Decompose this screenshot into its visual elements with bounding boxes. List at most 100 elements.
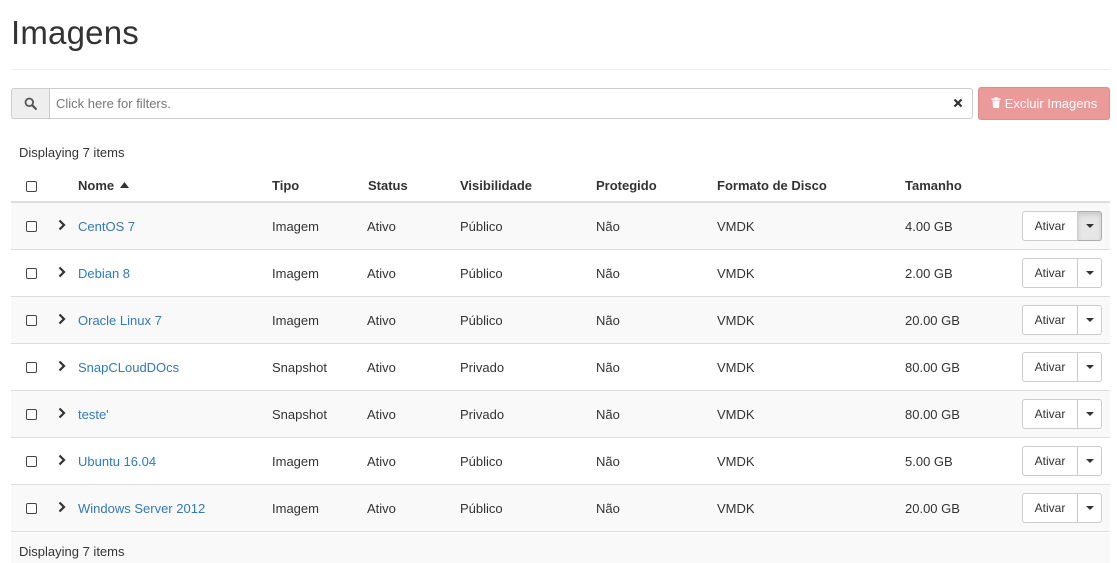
- row-actions: Ativar: [1022, 352, 1102, 382]
- image-size: 80.00 GB: [905, 360, 960, 375]
- image-protected: Não: [596, 219, 620, 234]
- image-disk-format: VMDK: [717, 454, 755, 469]
- image-status: Ativo: [367, 501, 396, 516]
- launch-button[interactable]: Ativar: [1022, 211, 1078, 241]
- launch-button[interactable]: Ativar: [1022, 305, 1078, 335]
- launch-button[interactable]: Ativar: [1022, 446, 1078, 476]
- image-visibility: Privado: [460, 407, 505, 422]
- row-actions-dropdown[interactable]: [1078, 305, 1102, 335]
- caret-down-icon: [1085, 365, 1094, 369]
- launch-button[interactable]: Ativar: [1022, 352, 1078, 382]
- image-status: Ativo: [367, 360, 396, 375]
- image-type: Imagem: [272, 219, 319, 234]
- caret-down-icon: [1085, 224, 1094, 228]
- chevron-right-icon[interactable]: [57, 218, 67, 232]
- column-header-type[interactable]: Tipo: [272, 178, 299, 193]
- column-header-visibility[interactable]: Visibilidade: [460, 178, 532, 193]
- search-icon[interactable]: [11, 88, 49, 119]
- image-protected: Não: [596, 266, 620, 281]
- image-status: Ativo: [367, 454, 396, 469]
- image-disk-format: VMDK: [717, 501, 755, 516]
- image-disk-format: VMDK: [717, 360, 755, 375]
- row-checkbox[interactable]: [26, 409, 37, 420]
- search-input[interactable]: [49, 88, 973, 119]
- times-icon[interactable]: [951, 96, 965, 110]
- image-size: 80.00 GB: [905, 407, 960, 422]
- column-header-name[interactable]: Nome: [78, 178, 129, 193]
- image-name-link[interactable]: Oracle Linux 7: [78, 313, 162, 328]
- table-row: Debian 8 Imagem Ativo Público Não VMDK 2…: [11, 250, 1110, 297]
- column-header-disk-format[interactable]: Formato de Disco: [717, 178, 827, 193]
- item-count-bottom: Displaying 7 items: [11, 533, 1110, 563]
- trash-icon: [991, 96, 1001, 111]
- image-visibility: Privado: [460, 360, 505, 375]
- row-checkbox[interactable]: [26, 503, 37, 514]
- column-header-status[interactable]: Status: [368, 178, 408, 193]
- table-row: teste' Snapshot Ativo Privado Não VMDK 8…: [11, 391, 1110, 438]
- chevron-right-icon[interactable]: [57, 312, 67, 326]
- chevron-right-icon[interactable]: [57, 359, 67, 373]
- delete-images-label: Excluir Imagens: [1004, 96, 1098, 111]
- row-actions-dropdown[interactable]: [1078, 493, 1102, 523]
- image-protected: Não: [596, 501, 620, 516]
- row-checkbox[interactable]: [26, 268, 37, 279]
- row-checkbox[interactable]: [26, 362, 37, 373]
- image-name-link[interactable]: Windows Server 2012: [78, 501, 205, 516]
- row-actions-dropdown[interactable]: [1078, 399, 1102, 429]
- image-type: Snapshot: [272, 407, 327, 422]
- table-row: CentOS 7 Imagem Ativo Público Não VMDK 4…: [11, 203, 1110, 250]
- select-all-checkbox[interactable]: [26, 181, 37, 192]
- caret-down-icon: [1085, 318, 1094, 322]
- image-protected: Não: [596, 407, 620, 422]
- row-checkbox[interactable]: [26, 456, 37, 467]
- column-header-protected[interactable]: Protegido: [596, 178, 657, 193]
- image-visibility: Público: [460, 266, 503, 281]
- table-header: Nome Tipo Status Visibilidade Protegido …: [11, 167, 1110, 203]
- image-protected: Não: [596, 454, 620, 469]
- row-actions: Ativar: [1022, 399, 1102, 429]
- launch-button[interactable]: Ativar: [1022, 258, 1078, 288]
- image-status: Ativo: [367, 313, 396, 328]
- image-disk-format: VMDK: [717, 266, 755, 281]
- image-name-link[interactable]: CentOS 7: [78, 219, 135, 234]
- delete-images-button[interactable]: Excluir Imagens: [978, 87, 1110, 120]
- title-divider: [11, 69, 1110, 70]
- row-actions: Ativar: [1022, 258, 1102, 288]
- table-row: Windows Server 2012 Imagem Ativo Público…: [11, 485, 1110, 532]
- image-type: Imagem: [272, 501, 319, 516]
- chevron-right-icon[interactable]: [57, 406, 67, 420]
- image-name-link[interactable]: Debian 8: [78, 266, 130, 281]
- row-actions-dropdown[interactable]: [1078, 258, 1102, 288]
- image-type: Imagem: [272, 266, 319, 281]
- chevron-right-icon[interactable]: [57, 453, 67, 467]
- caret-down-icon: [1085, 412, 1094, 416]
- image-name-link[interactable]: Ubuntu 16.04: [78, 454, 156, 469]
- row-actions: Ativar: [1022, 211, 1102, 241]
- launch-button[interactable]: Ativar: [1022, 493, 1078, 523]
- chevron-right-icon[interactable]: [57, 500, 67, 514]
- table-row: SnapCLoudDOcs Snapshot Ativo Privado Não…: [11, 344, 1110, 391]
- row-actions-dropdown[interactable]: [1078, 352, 1102, 382]
- image-name-link[interactable]: SnapCLoudDOcs: [78, 360, 179, 375]
- launch-button[interactable]: Ativar: [1022, 399, 1078, 429]
- row-actions-dropdown[interactable]: [1078, 211, 1102, 241]
- image-name-link[interactable]: teste': [78, 407, 109, 422]
- image-size: 2.00 GB: [905, 266, 953, 281]
- search-input-wrap: [49, 88, 973, 119]
- image-protected: Não: [596, 360, 620, 375]
- image-size: 20.00 GB: [905, 501, 960, 516]
- chevron-right-icon[interactable]: [57, 265, 67, 279]
- column-header-name-label: Nome: [78, 178, 115, 193]
- image-type: Imagem: [272, 313, 319, 328]
- column-header-size[interactable]: Tamanho: [905, 178, 962, 193]
- filter-bar: [11, 88, 973, 119]
- row-checkbox[interactable]: [26, 315, 37, 326]
- row-checkbox[interactable]: [26, 221, 37, 232]
- image-visibility: Público: [460, 501, 503, 516]
- sort-ascending-icon: [119, 182, 129, 188]
- row-actions-dropdown[interactable]: [1078, 446, 1102, 476]
- caret-down-icon: [1085, 271, 1094, 275]
- row-actions: Ativar: [1022, 446, 1102, 476]
- image-size: 20.00 GB: [905, 313, 960, 328]
- row-actions: Ativar: [1022, 493, 1102, 523]
